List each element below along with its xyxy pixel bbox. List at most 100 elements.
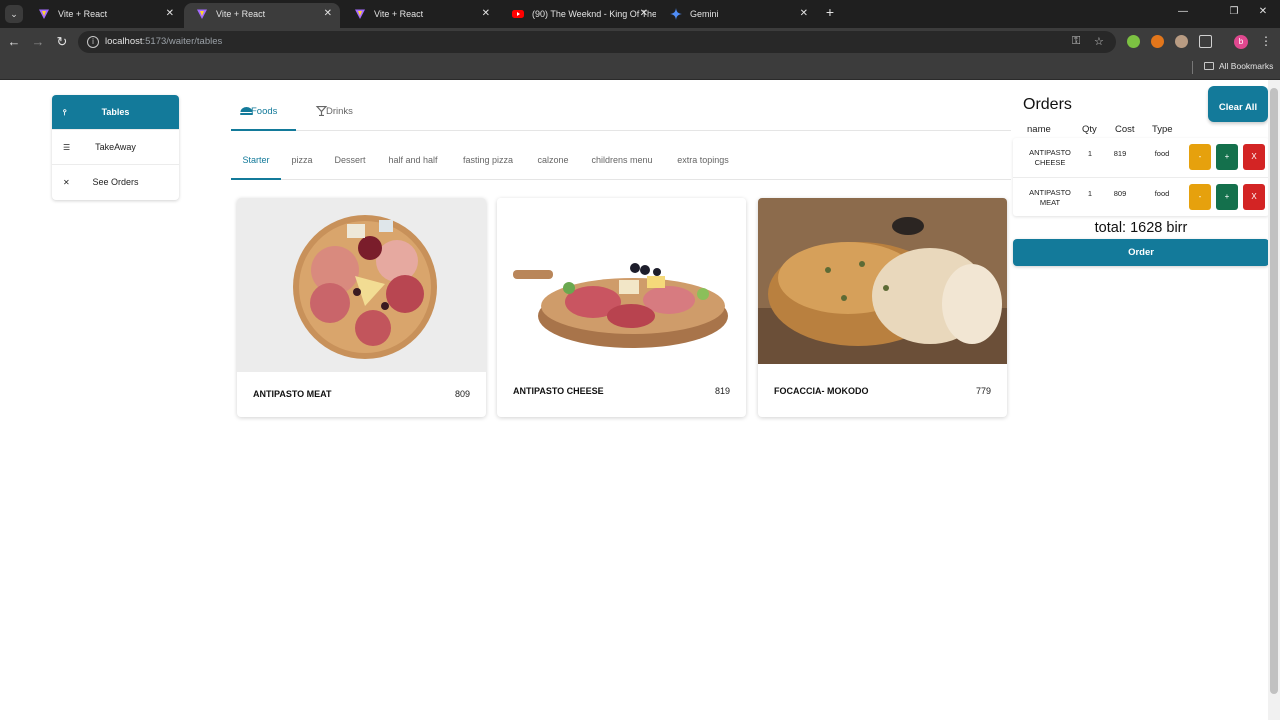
order-item-qty: 1 [1087,189,1093,198]
browser-tab[interactable]: (90) The Weeknd - King Of The ✕ [500,3,656,28]
antipasto-meat-image [237,198,486,372]
place-order-button[interactable]: Order [1013,239,1269,266]
cocktail-icon [315,106,328,116]
orders-header-cost: Cost [1115,124,1135,135]
scrollbar-thumb[interactable] [1270,88,1278,694]
vite-icon [39,9,49,19]
tab-title: Gemini [690,9,719,19]
extension-icon[interactable] [1127,35,1140,48]
orders-header-qty: Qty [1082,124,1097,135]
cutlery-icon: ✕ [63,178,70,187]
remove-item-button[interactable]: X [1243,144,1265,170]
clear-all-button[interactable]: Clear All [1208,86,1268,122]
subtab-pizza[interactable]: pizza [287,144,317,180]
product-card[interactable]: FOCACCIA- MOKODO 779 [758,198,1007,417]
window-close-icon[interactable]: ✕ [1256,6,1270,17]
minimize-icon[interactable]: — [1176,6,1190,17]
product-price: 819 [714,386,730,396]
tab-foods[interactable]: Foods [231,95,296,131]
decrease-qty-button[interactable]: - [1189,144,1211,170]
tab-drinks[interactable]: Drinks [306,95,366,131]
subtab-half-and-half[interactable]: half and half [384,144,442,180]
tab-search-button[interactable]: ⌄ [5,5,23,23]
metamask-icon[interactable] [1151,35,1164,48]
order-item-name: ANTIPASTO CHEESE [1029,148,1071,167]
subtab-fasting-pizza[interactable]: fasting pizza [459,144,517,180]
category-tabs: Foods Drinks [231,95,1011,131]
browser-toolbar: ← → ↻ i localhost:5173/waiter/tables ⚿ ☆… [0,28,1280,56]
subtab-extra-topings[interactable]: extra topings [672,144,734,180]
order-item-cost: 819 [1113,149,1127,158]
product-card[interactable]: ANTIPASTO MEAT 809 [237,198,486,417]
tab-title: Vite + React [58,9,108,19]
product-name: FOCACCIA- MOKODO [774,386,869,396]
forward-icon[interactable]: → [30,34,46,50]
tab-label: Drinks [326,106,353,117]
sidebar-item-label: TakeAway [95,142,136,152]
browser-tab[interactable]: Vite + React ✕ [342,3,498,28]
back-icon[interactable]: ← [6,34,22,50]
product-name: ANTIPASTO MEAT [253,389,332,399]
tab-title: Vite + React [374,9,424,19]
order-item-cost: 809 [1113,189,1127,198]
tab-label: Foods [251,106,278,117]
tab-title: Vite + React [216,9,266,19]
close-icon[interactable]: ✕ [800,3,808,25]
browser-tab-strip: ⌄ Vite + React ✕ Vite + React ✕ Vite + R… [0,0,1280,28]
bookmark-star-icon[interactable]: ☆ [1094,35,1104,48]
browser-tab[interactable]: Vite + React ✕ [26,3,182,28]
remove-item-button[interactable]: X [1243,184,1265,210]
order-item-type: food [1154,189,1170,198]
sidebar-item-takeaway[interactable]: ☰ TakeAway [52,130,179,165]
browser-tab[interactable]: Gemini ✕ [658,3,816,28]
page-scrollbar[interactable] [1268,80,1280,720]
product-card[interactable]: ANTIPASTO CHEESE 819 [497,198,746,417]
order-item-type: food [1154,149,1170,158]
sidebar-item-label: Tables [101,107,130,117]
close-icon[interactable]: ✕ [166,3,174,25]
close-icon[interactable]: ✕ [482,3,490,25]
order-row: ANTIPASTO CHEESE 1 819 food - + X [1013,138,1269,177]
subtab-calzone[interactable]: calzone [532,144,574,180]
decrease-qty-button[interactable]: - [1189,184,1211,210]
gemini-icon [670,8,682,20]
order-item-name: ANTIPASTO MEAT [1029,188,1071,207]
increase-qty-button[interactable]: + [1216,144,1238,170]
sidebar-item-tables[interactable]: ⫯ Tables [52,95,179,130]
restore-icon[interactable]: ❐ [1227,6,1241,17]
all-bookmarks-button[interactable]: All Bookmarks [1204,61,1273,71]
orders-title: Orders [1023,96,1072,113]
sidebar-item-label: See Orders [92,177,139,187]
site-info-icon[interactable]: i [87,36,99,48]
order-item-qty: 1 [1087,149,1093,158]
increase-qty-button[interactable]: + [1216,184,1238,210]
product-name: ANTIPASTO CHEESE [513,386,604,396]
extensions-puzzle-icon[interactable] [1199,35,1212,48]
subtab-dessert[interactable]: Dessert [331,144,369,180]
focaccia-image [758,198,1007,364]
subtab-starter[interactable]: Starter [231,144,281,180]
new-tab-button[interactable]: + [822,4,838,20]
bookmarks-separator [1192,61,1193,74]
folder-icon [1204,62,1214,70]
sidebar-item-see-orders[interactable]: ✕ See Orders [52,165,179,200]
browser-tab-active[interactable]: Vite + React ✕ [184,3,340,28]
bookmarks-bar: All Bookmarks [0,56,1280,80]
orders-header-name: name [1027,124,1051,135]
close-icon[interactable]: ✕ [324,3,332,25]
antipasto-cheese-image [497,198,746,366]
youtube-icon [512,10,524,18]
product-price: 779 [975,386,991,396]
subtab-childrens-menu[interactable]: childrens menu [587,144,657,180]
reload-icon[interactable]: ↻ [54,34,70,50]
tab-title: (90) The Weeknd - King Of The [532,9,656,19]
password-key-icon[interactable]: ⚿ [1072,35,1080,48]
extension-icon[interactable] [1175,35,1188,48]
browser-menu-icon[interactable]: ⋮ [1260,34,1272,48]
address-bar[interactable]: i localhost:5173/waiter/tables ⚿ ☆ [78,31,1116,53]
profile-avatar[interactable]: b [1234,35,1248,49]
table-icon: ⫯ [63,108,67,117]
vite-icon [197,9,207,19]
close-icon[interactable]: ✕ [640,3,648,25]
waiter-page: ⫯ Tables ☰ TakeAway ✕ See Orders Foods D… [0,80,1280,720]
